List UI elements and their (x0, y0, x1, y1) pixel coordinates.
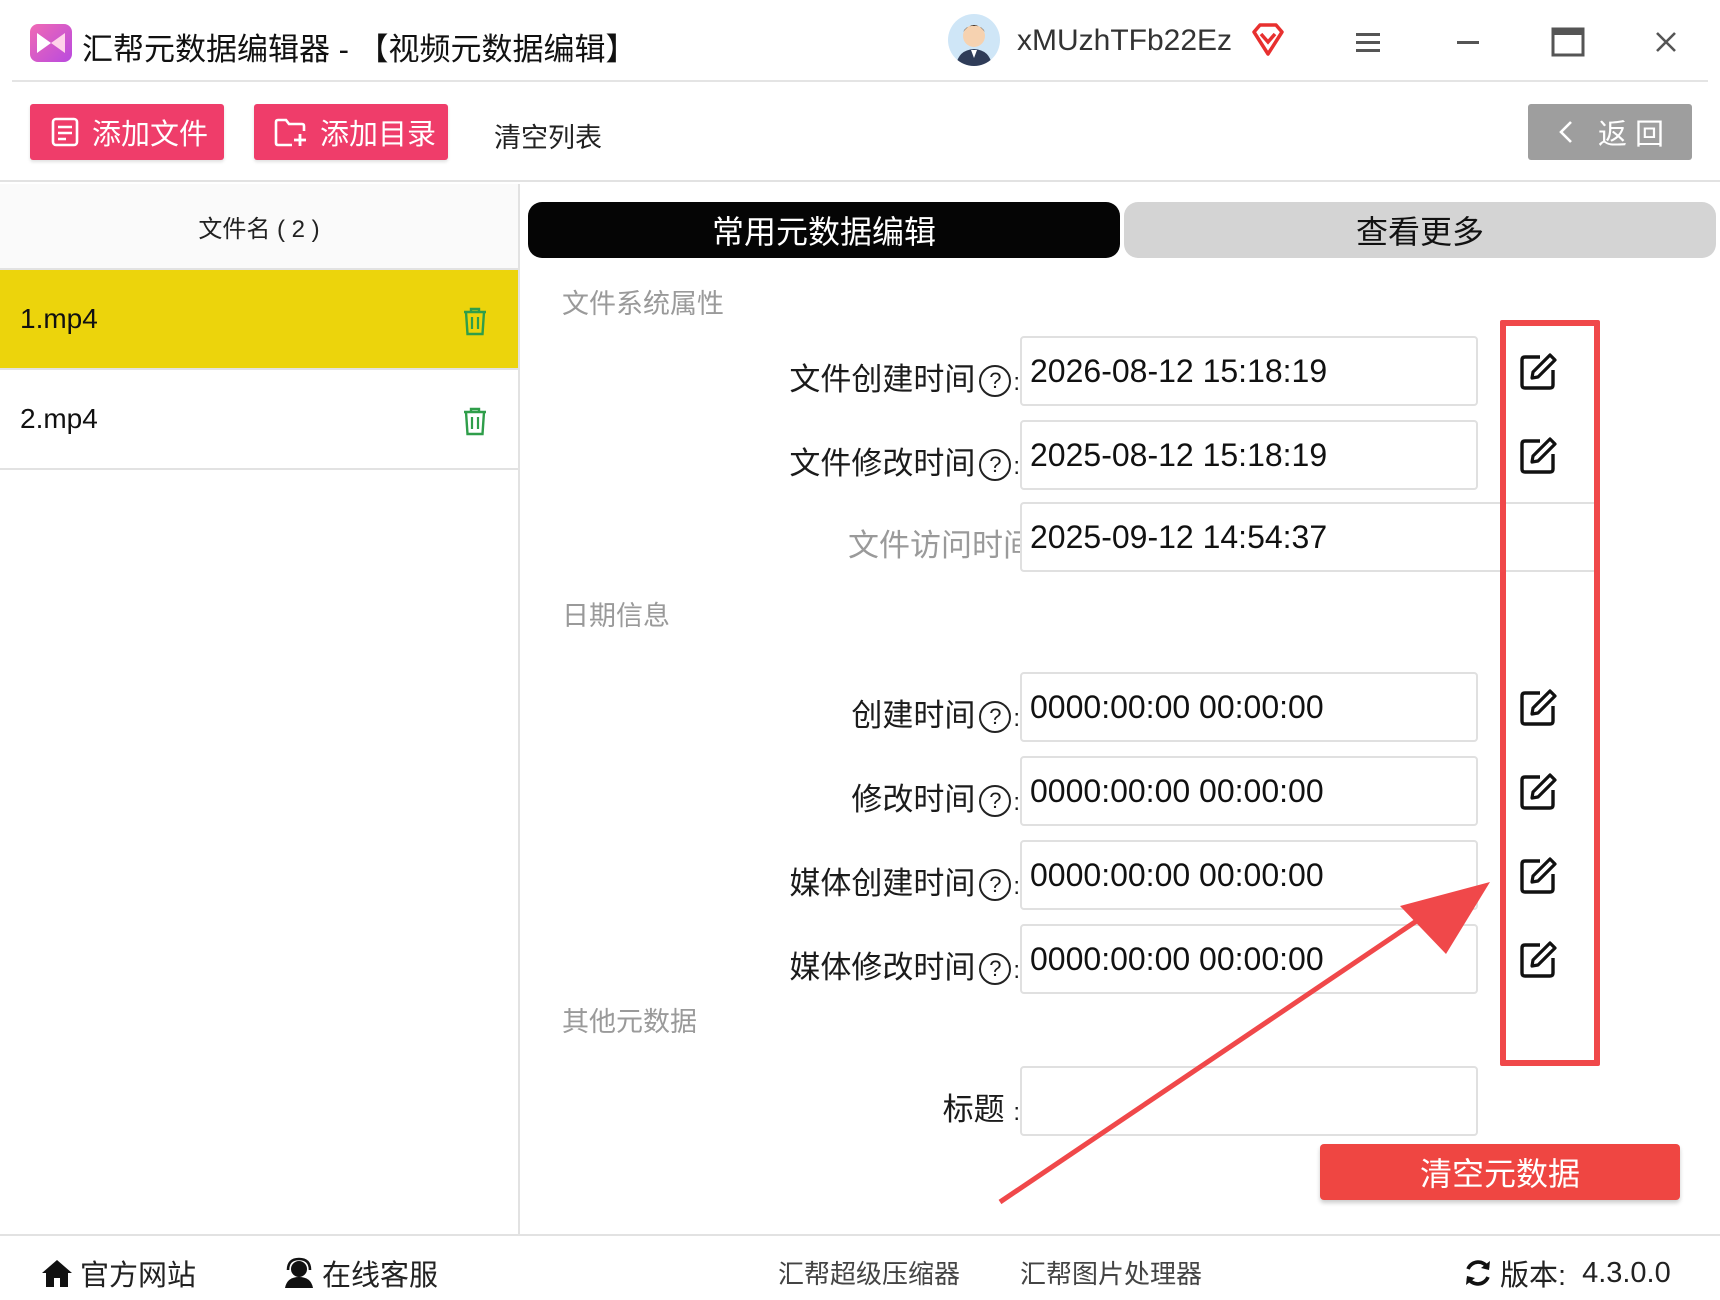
support-agent-icon (285, 1257, 313, 1288)
tab-view-more[interactable]: 查看更多 (1124, 202, 1716, 258)
label-modified: 修改时间?: (851, 782, 1020, 817)
image-processor-link[interactable]: 汇帮图片处理器 (1020, 1254, 1202, 1291)
home-icon (42, 1260, 72, 1287)
file-name: 2.mp4 (20, 403, 98, 434)
clear-metadata-button[interactable]: 清空元数据 (1320, 1144, 1680, 1200)
file-accessed-field: 2025-09-12 14:54:37 (1020, 502, 1600, 572)
help-icon[interactable]: ? (979, 365, 1012, 397)
help-icon[interactable]: ? (979, 869, 1012, 901)
label-media-created: 媒体创建时间?: (789, 866, 1020, 901)
edit-icon[interactable] (1518, 772, 1558, 812)
official-website-link[interactable]: 官方网站 (40, 1252, 196, 1294)
edit-icon[interactable] (1518, 352, 1558, 392)
trash-icon[interactable] (462, 406, 488, 443)
clear-list-button[interactable]: 清空列表 (494, 116, 602, 155)
modified-field[interactable]: 0000:00:00 00:00:00 (1020, 756, 1478, 826)
label-file-accessed: 文件访问时间 (848, 528, 1034, 563)
label-title: 标题 : (942, 1092, 1020, 1127)
add-folder-button[interactable]: 添加目录 (254, 104, 448, 160)
add-folder-icon (274, 118, 306, 147)
back-button[interactable]: 返 回 (1528, 104, 1692, 160)
section-filesystem: 文件系统属性 (562, 289, 724, 319)
minimize-icon[interactable] (1448, 22, 1488, 62)
help-icon[interactable]: ? (979, 785, 1012, 817)
menu-icon[interactable] (1348, 22, 1388, 62)
created-field[interactable]: 0000:00:00 00:00:00 (1020, 672, 1478, 742)
file-created-field[interactable]: 2026-08-12 15:18:19 (1020, 336, 1478, 406)
trash-icon[interactable] (462, 306, 488, 343)
media-modified-field[interactable]: 0000:00:00 00:00:00 (1020, 924, 1478, 994)
close-icon[interactable] (1646, 22, 1686, 62)
section-date: 日期信息 (562, 601, 670, 631)
vip-diamond-icon[interactable] (1250, 22, 1286, 63)
tab-common-metadata[interactable]: 常用元数据编辑 (528, 202, 1120, 258)
footer: 官方网站 在线客服 汇帮超级压缩器 汇帮图片处理器 版本: 4.3.0.0 (0, 1234, 1720, 1300)
version-label: 版本: (1500, 1260, 1567, 1292)
file-list-panel: 文件名 ( 2 ) 1.mp4 2.mp4 (0, 184, 520, 1234)
edit-icon[interactable] (1518, 940, 1558, 980)
title-bar: 汇帮元数据编辑器 - 【视频元数据编辑】 xMUzhTFb22Ez (0, 0, 1720, 84)
media-created-field[interactable]: 0000:00:00 00:00:00 (1020, 840, 1478, 910)
title-divider (12, 80, 1708, 82)
add-file-label: 添加文件 (92, 119, 209, 151)
file-row[interactable]: 2.mp4 (0, 370, 518, 470)
metadata-panel: 常用元数据编辑 查看更多 文件系统属性 文件创建时间?: 2026-08-12 … (522, 184, 1720, 1234)
version-number: 4.3.0.0 (1582, 1256, 1671, 1289)
edit-icon[interactable] (1518, 856, 1558, 896)
edit-icon[interactable] (1518, 436, 1558, 476)
add-folder-label: 添加目录 (320, 119, 437, 151)
file-list-header: 文件名 ( 2 ) (0, 184, 518, 270)
app-logo-icon (30, 24, 72, 62)
app-title: 汇帮元数据编辑器 - 【视频元数据编辑】 (82, 32, 637, 67)
label-file-modified: 文件修改时间?: (789, 446, 1020, 481)
add-file-button[interactable]: 添加文件 (30, 104, 224, 160)
maximize-icon[interactable] (1548, 22, 1588, 62)
label-file-created: 文件创建时间?: (789, 362, 1020, 397)
label-media-modified: 媒体修改时间?: (789, 950, 1020, 985)
edit-icon[interactable] (1518, 688, 1558, 728)
username: xMUzhTFb22Ez (1017, 24, 1233, 57)
online-support-link[interactable]: 在线客服 (282, 1252, 438, 1294)
chevron-left-icon (1559, 121, 1572, 143)
compressor-link[interactable]: 汇帮超级压缩器 (778, 1254, 960, 1291)
title-field[interactable] (1020, 1066, 1478, 1136)
help-icon[interactable]: ? (979, 701, 1012, 733)
file-modified-field[interactable]: 2025-08-12 15:18:19 (1020, 420, 1478, 490)
refresh-icon[interactable] (1462, 1257, 1494, 1289)
help-icon[interactable]: ? (979, 953, 1012, 985)
toolbar: 添加文件 添加目录 清空列表 返 回 (0, 86, 1720, 182)
back-label: 返 回 (1597, 119, 1665, 151)
label-created: 创建时间?: (851, 698, 1020, 733)
version-info: 版本: 4.3.0.0 (1462, 1252, 1671, 1294)
user-avatar[interactable] (948, 14, 1000, 66)
file-row[interactable]: 1.mp4 (0, 270, 518, 370)
add-file-icon (51, 117, 79, 147)
help-icon[interactable]: ? (979, 449, 1012, 481)
section-other: 其他元数据 (562, 1007, 697, 1037)
file-name: 1.mp4 (20, 303, 98, 334)
